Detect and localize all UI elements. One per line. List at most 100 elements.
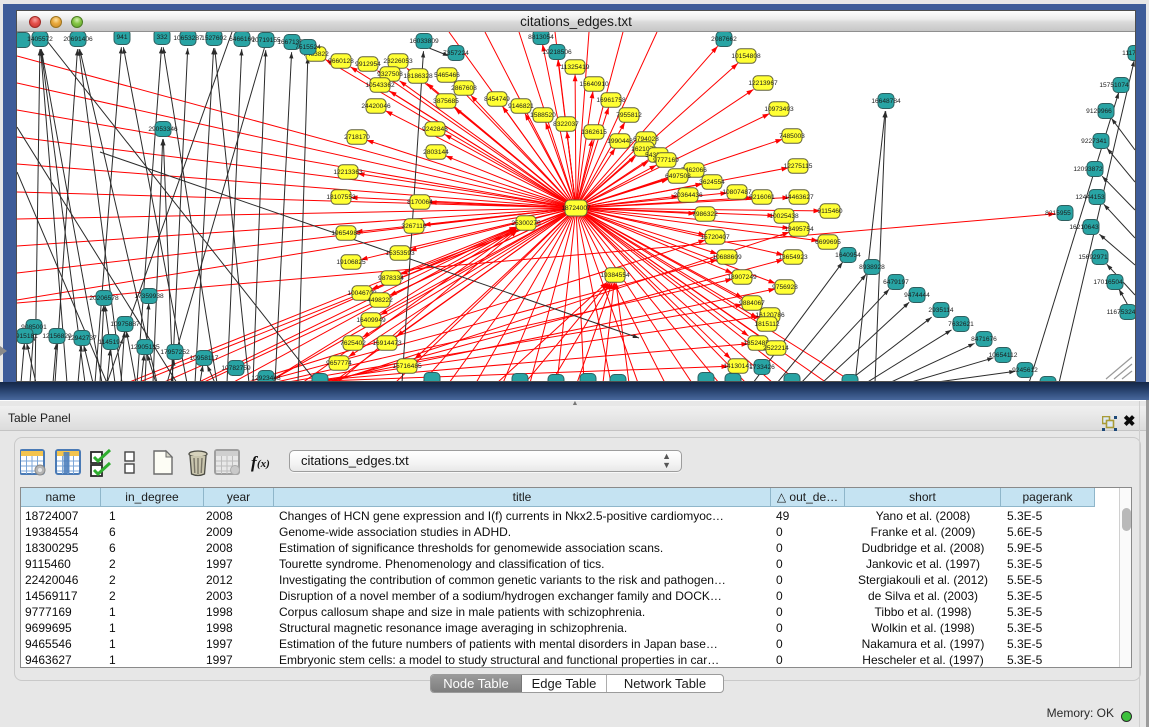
svg-text:9657774: 9657774 [326, 360, 352, 367]
svg-text:16648784: 16648784 [871, 98, 901, 105]
svg-text:12905135: 12905135 [130, 344, 160, 351]
svg-text:3875685: 3875685 [433, 98, 459, 105]
svg-text:23226053: 23226053 [383, 58, 413, 65]
svg-text:1405572: 1405572 [27, 36, 53, 43]
svg-text:18724007: 18724007 [561, 205, 591, 212]
svg-text:7955812: 7955812 [616, 112, 642, 119]
svg-text:1117: 1117 [1122, 50, 1135, 57]
svg-text:25300275: 25300275 [511, 220, 541, 227]
svg-text:9146821: 9146821 [508, 103, 534, 110]
svg-text:2522214: 2522214 [763, 345, 789, 352]
svg-text:12275115: 12275115 [784, 163, 813, 170]
svg-text:19654985: 19654985 [331, 230, 361, 237]
svg-text:7357224: 7357224 [443, 50, 469, 57]
svg-text:29053346: 29053346 [148, 126, 178, 133]
svg-text:10975887: 10975887 [110, 321, 140, 328]
svg-text:15751074: 15751074 [1099, 82, 1129, 89]
svg-text:15716485: 15716485 [392, 363, 422, 370]
svg-text:16409949: 16409949 [356, 317, 386, 324]
svg-text:15640910: 15640910 [579, 81, 609, 88]
svg-text:14463627: 14463627 [784, 194, 814, 201]
svg-text:13495754: 13495754 [784, 226, 814, 233]
svg-text:1815112: 1815112 [754, 321, 780, 328]
svg-text:10543362: 10543362 [365, 82, 395, 89]
svg-text:15692971: 15692971 [1078, 254, 1108, 261]
svg-text:2867608: 2867608 [451, 85, 477, 92]
svg-text:19384554: 19384554 [600, 272, 630, 279]
svg-text:12213967: 12213967 [748, 80, 778, 87]
svg-text:1733426: 1733426 [749, 364, 775, 371]
svg-text:13654923: 13654923 [778, 254, 808, 261]
svg-text:6479197: 6479197 [883, 279, 909, 286]
svg-text:6497508: 6497508 [665, 173, 691, 180]
svg-text:12093872: 12093872 [1073, 166, 1103, 173]
svg-text:9756928: 9756928 [772, 284, 798, 291]
svg-text:8322037: 8322037 [553, 121, 579, 128]
svg-text:16961758: 16961758 [596, 97, 626, 104]
svg-text:10654112: 10654112 [989, 352, 1018, 359]
svg-text:9327508: 9327508 [377, 71, 403, 78]
svg-text:1145194: 1145194 [98, 339, 124, 346]
svg-text:10688609: 10688609 [712, 254, 742, 261]
svg-text:7515524: 7515524 [295, 44, 321, 51]
svg-text:10653287: 10653287 [173, 35, 203, 42]
svg-text:941: 941 [116, 34, 127, 41]
svg-text:12213363: 12213363 [333, 169, 363, 176]
svg-text:15720407: 15720407 [700, 234, 730, 241]
svg-text:19106825: 19106825 [336, 259, 366, 266]
svg-text:8454749: 8454749 [484, 96, 510, 103]
svg-text:9242848: 9242848 [422, 126, 448, 133]
svg-text:2935114: 2935114 [928, 307, 954, 314]
svg-text:8471676: 8471676 [971, 336, 997, 343]
svg-text:16033809: 16033809 [409, 38, 439, 45]
svg-text:12444153: 12444153 [1075, 194, 1105, 201]
svg-text:9777169: 9777169 [653, 157, 679, 164]
svg-text:17016504: 17016504 [1093, 279, 1123, 286]
svg-text:2087662: 2087662 [711, 36, 737, 43]
svg-text:9245612: 9245612 [1012, 367, 1038, 374]
svg-text:12942737: 12942737 [67, 335, 97, 342]
svg-text:1588520: 1588520 [530, 112, 556, 119]
svg-text:16210643: 16210643 [1069, 224, 1099, 231]
svg-text:3267110: 3267110 [401, 223, 427, 230]
svg-text:6699695: 6699695 [815, 239, 841, 246]
svg-text:20691406: 20691406 [63, 36, 93, 43]
svg-text:10782759: 10782759 [221, 365, 251, 372]
svg-text:7625402: 7625402 [340, 340, 366, 347]
svg-text:20364436: 20364436 [673, 192, 703, 199]
svg-text:24420046: 24420046 [361, 103, 391, 110]
svg-text:7986322: 7986322 [692, 211, 718, 218]
svg-text:9912954: 9912954 [355, 61, 381, 68]
svg-text:9474444: 9474444 [904, 292, 930, 299]
svg-text:17359938: 17359938 [134, 293, 164, 300]
svg-text:(x): (x) [257, 458, 270, 470]
svg-text:17957252: 17957252 [160, 349, 190, 356]
svg-text:10807487: 10807487 [722, 189, 752, 196]
svg-text:7485003: 7485003 [779, 133, 805, 140]
svg-text:1640954: 1640954 [835, 252, 861, 259]
svg-text:1990448: 1990448 [607, 138, 633, 145]
svg-text:2718170: 2718170 [344, 134, 370, 141]
svg-text:10958117: 10958117 [190, 355, 219, 362]
svg-text:12923448: 12923448 [251, 375, 281, 381]
svg-text:20206578: 20206578 [89, 295, 119, 302]
svg-text:8215955: 8215955 [1045, 210, 1071, 217]
svg-text:11675324: 11675324 [1107, 309, 1135, 316]
svg-text:9878334: 9878334 [378, 275, 404, 282]
svg-text:10154808: 10154808 [731, 53, 761, 60]
svg-text:9129966: 9129966 [1086, 108, 1112, 115]
svg-text:1362615: 1362615 [581, 129, 607, 136]
svg-text:6216061: 6216061 [749, 194, 775, 201]
svg-text:15353593: 15353593 [385, 250, 415, 257]
svg-text:8170064: 8170064 [407, 199, 433, 206]
svg-text:18107553: 18107553 [326, 194, 356, 201]
svg-text:19218506: 19218506 [542, 49, 572, 56]
svg-text:332: 332 [156, 34, 167, 41]
svg-text:5465466: 5465466 [434, 72, 460, 79]
svg-text:9884067: 9884067 [739, 300, 765, 307]
svg-text:1527602: 1527602 [201, 35, 227, 42]
svg-text:10973493: 10973493 [764, 106, 794, 113]
svg-text:9115460: 9115460 [817, 208, 843, 215]
svg-text:10025438: 10025438 [769, 213, 799, 220]
svg-text:3624554: 3624554 [699, 179, 725, 186]
